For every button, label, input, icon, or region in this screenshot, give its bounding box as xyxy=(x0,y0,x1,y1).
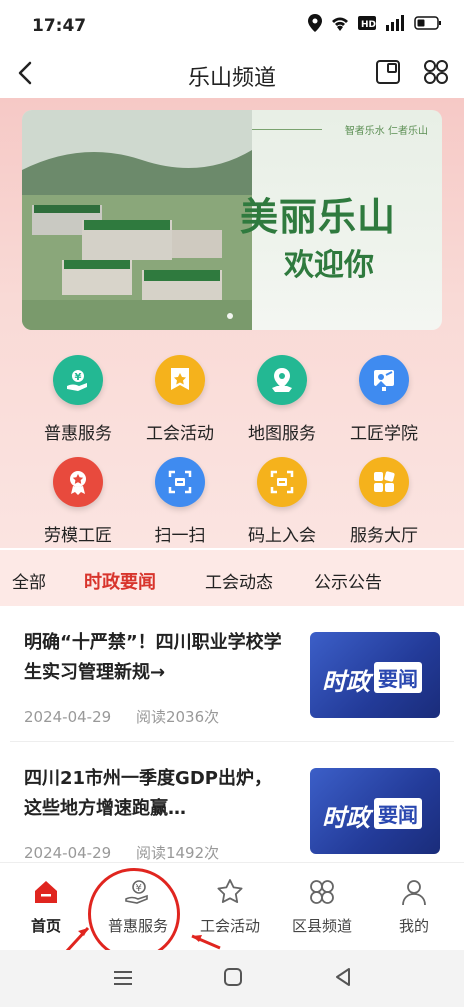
news-reads: 阅读1492次 xyxy=(135,844,220,862)
medal-icon xyxy=(53,457,103,507)
service-scan[interactable]: 扫一扫 xyxy=(122,457,238,546)
thumb-text-a: 时政 xyxy=(322,804,370,832)
map-pin-icon xyxy=(257,355,307,405)
home-button-icon[interactable] xyxy=(222,966,244,988)
star-icon xyxy=(217,879,243,903)
person-icon xyxy=(402,880,426,906)
code-join-icon xyxy=(257,457,307,507)
back-triangle-icon[interactable] xyxy=(332,966,354,988)
service-label: 服务大厅 xyxy=(350,526,418,546)
service-hall[interactable]: 服务大厅 xyxy=(326,457,442,546)
banner-carousel[interactable]: 智者乐水 仁者乐山 美丽乐山 欢迎你 xyxy=(22,110,442,330)
tab-announcements[interactable]: 公示公告 xyxy=(314,568,382,593)
banner-slogan-line2: 欢迎你 xyxy=(284,248,374,283)
hand-coin-icon: ¥ xyxy=(53,355,103,405)
location-icon xyxy=(308,14,322,32)
status-icons: HD xyxy=(308,14,442,32)
news-item[interactable]: 明确“十严禁”！四川职业学校学生实习管理新规→ 2024-04-29 阅读203… xyxy=(0,608,464,733)
news-date: 2024-04-29 xyxy=(24,708,112,726)
grid-hall-icon xyxy=(359,457,409,507)
news-thumbnail: 时政 要闻 xyxy=(310,632,440,718)
nav-bar: 乐山频道 xyxy=(0,52,464,98)
svg-text:HD: HD xyxy=(361,20,376,30)
thumb-text-b: 要闻 xyxy=(374,798,422,829)
news-thumbnail: 时政 要闻 xyxy=(310,768,440,854)
presentation-icon xyxy=(359,355,409,405)
news-title: 四川21市州一季度GDP出炉，这些地方增速跑赢… xyxy=(24,768,272,819)
news-tabs: 全部 时政要闻 工会动态 公示公告 xyxy=(0,550,464,606)
service-map[interactable]: 地图服务 xyxy=(224,355,340,444)
tabbar-mine[interactable]: 我的 xyxy=(368,877,460,936)
status-time: 17:47 xyxy=(32,16,87,36)
slogan-divider xyxy=(252,129,322,130)
thumb-text-b: 要闻 xyxy=(374,662,422,693)
star-flag-icon xyxy=(155,355,205,405)
carousel-dot xyxy=(227,313,233,319)
service-label: 工匠学院 xyxy=(350,424,418,444)
tabbar-label: 我的 xyxy=(398,917,429,935)
service-label: 普惠服务 xyxy=(44,424,112,444)
cloverleaf-icon xyxy=(310,880,334,904)
news-date: 2024-04-29 xyxy=(24,844,112,862)
service-label: 劳模工匠 xyxy=(44,526,112,546)
status-bar: 17:47 HD xyxy=(0,0,464,52)
news-reads: 阅读2036次 xyxy=(135,708,220,726)
svg-text:¥: ¥ xyxy=(75,372,82,383)
service-craftsman-academy[interactable]: 工匠学院 xyxy=(326,355,442,444)
service-label: 扫一扫 xyxy=(154,526,206,546)
tab-politics[interactable]: 时政要闻 xyxy=(84,568,156,594)
apps-icon[interactable] xyxy=(422,58,450,86)
service-label: 地图服务 xyxy=(248,424,316,444)
tab-union-news[interactable]: 工会动态 xyxy=(205,568,273,593)
thumb-text-a: 时政 xyxy=(322,668,370,696)
news-meta: 2024-04-29 阅读2036次 xyxy=(24,706,219,727)
carousel-dots xyxy=(227,313,233,319)
home-icon xyxy=(35,881,57,903)
news-title: 明确“十严禁”！四川职业学校学生实习管理新规→ xyxy=(24,632,282,683)
tabbar-label: 区县频道 xyxy=(291,917,352,935)
banner-landscape-image xyxy=(22,110,252,330)
service-puhui[interactable]: ¥ 普惠服务 xyxy=(20,355,136,444)
tabbar-county-channel[interactable]: 区县频道 xyxy=(276,877,368,936)
service-union-activity[interactable]: 工会活动 xyxy=(122,355,238,444)
menu-icon[interactable] xyxy=(112,968,134,988)
banner-slogan-line1: 美丽乐山 xyxy=(240,194,397,239)
battery-icon xyxy=(414,16,441,30)
hd-icon: HD xyxy=(358,16,376,30)
service-code-join[interactable]: 码上入会 xyxy=(224,457,340,546)
system-navigation-bar xyxy=(0,950,464,1007)
service-label: 码上入会 xyxy=(248,526,316,546)
news-meta: 2024-04-29 阅读1492次 xyxy=(24,842,219,863)
news-item[interactable]: 四川21市州一季度GDP出炉，这些地方增速跑赢… 2024-04-29 阅读14… xyxy=(0,744,464,869)
service-label: 工会活动 xyxy=(146,424,214,444)
signal-icon xyxy=(386,15,404,31)
window-icon[interactable] xyxy=(374,58,402,86)
service-model-worker[interactable]: 劳模工匠 xyxy=(20,457,136,546)
divider xyxy=(10,741,454,742)
tab-all[interactable]: 全部 xyxy=(12,568,46,593)
banner-top-slogan: 智者乐水 仁者乐山 xyxy=(344,126,428,137)
wifi-icon xyxy=(332,17,348,31)
scan-icon xyxy=(155,457,205,507)
